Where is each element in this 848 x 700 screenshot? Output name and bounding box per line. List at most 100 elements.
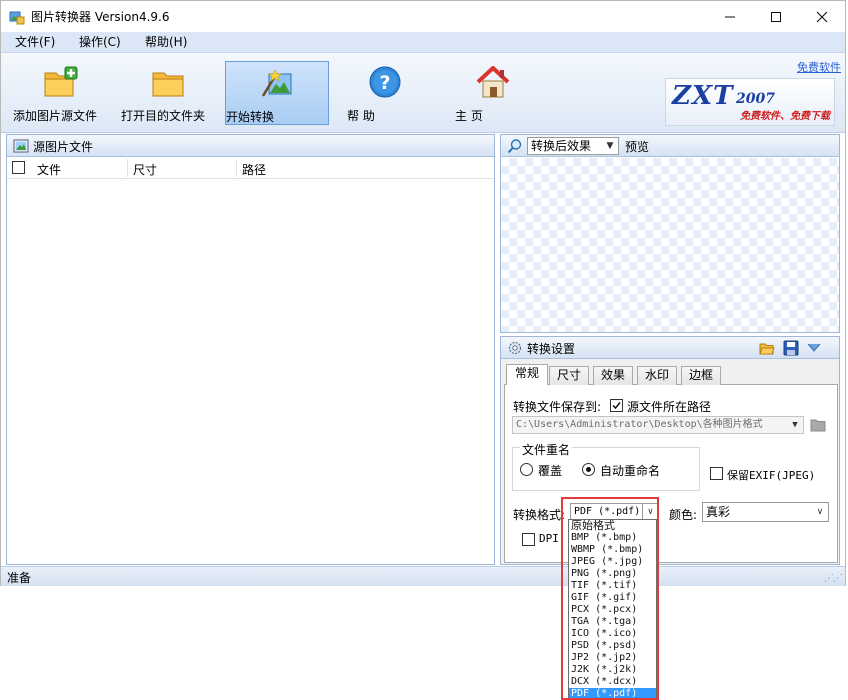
app-window: 图片转换器 Version4.9.6 文件(F) 操作(C) 帮助(H) 添加图… <box>0 0 846 586</box>
title-bar: 图片转换器 Version4.9.6 <box>1 1 845 32</box>
format-dropdown-list[interactable]: 原始格式 BMP (*.bmp) WBMP (*.bmp) JPEG (*.jp… <box>568 519 657 700</box>
settings-panel-header: 转换设置 <box>501 337 839 359</box>
start-convert-button[interactable]: 开始转换 <box>225 61 329 125</box>
status-bar: 准备 ⋰⋰ <box>1 566 845 586</box>
keep-exif-checkbox[interactable] <box>710 467 723 480</box>
magic-wand-icon <box>261 69 292 97</box>
rename-auto-label[interactable]: 自动重命名 <box>600 462 660 479</box>
open-folder-icon[interactable] <box>759 340 775 356</box>
tab-general[interactable]: 常规 <box>506 364 548 386</box>
color-select-value: 真彩 <box>706 505 731 519</box>
column-size[interactable]: 尺寸 <box>133 161 157 178</box>
settings-tabs: 常规 尺寸 效果 水印 边框 <box>504 364 838 386</box>
save-icon[interactable] <box>783 340 799 356</box>
dpi-checkbox[interactable] <box>522 533 535 546</box>
rename-overwrite-label[interactable]: 覆盖 <box>538 462 562 479</box>
format-option[interactable]: GIF (*.gif) <box>569 592 656 604</box>
chevron-down-icon: ∨ <box>642 504 658 520</box>
format-option[interactable]: J2K (*.j2k) <box>569 664 656 676</box>
preview-panel: 转换后效果 ▼ 预览 <box>500 134 840 333</box>
format-option[interactable]: BMP (*.bmp) <box>569 532 656 544</box>
add-source-button[interactable]: 添加图片源文件 <box>13 61 109 125</box>
format-option[interactable]: TGA (*.tga) <box>569 616 656 628</box>
keep-exif-label[interactable]: 保留EXIF(JPEG) <box>727 467 815 483</box>
format-option[interactable]: JPEG (*.jpg) <box>569 556 656 568</box>
format-option[interactable]: WBMP (*.bmp) <box>569 544 656 556</box>
column-path[interactable]: 路径 <box>242 161 266 178</box>
magnifier-icon <box>507 139 522 154</box>
color-select[interactable]: 真彩 ∨ <box>702 502 829 522</box>
format-option[interactable]: ICO (*.ico) <box>569 628 656 640</box>
add-folder-icon <box>44 66 78 97</box>
gear-icon <box>508 341 522 355</box>
format-option-selected[interactable]: PDF (*.pdf) <box>569 688 656 700</box>
save-to-label: 转换文件保存到: <box>513 400 602 414</box>
minimize-button[interactable] <box>707 1 753 32</box>
zxt-logo: ZXT 2007 免费软件、免费下载 <box>665 78 835 126</box>
source-files-panel: 源图片文件 文件 尺寸 路径 <box>6 134 495 565</box>
chevron-down-icon: ▼ <box>792 420 798 430</box>
resize-grip-icon[interactable]: ⋰⋰ <box>824 573 843 584</box>
menu-operation[interactable]: 操作(C) <box>75 34 125 51</box>
minimize-icon <box>725 16 735 18</box>
preview-mode-select[interactable]: 转换后效果 ▼ <box>527 137 619 155</box>
logo-year-text: 2007 <box>736 91 775 107</box>
tab-effect[interactable]: 效果 <box>593 366 633 385</box>
source-panel-title: 源图片文件 <box>33 140 94 154</box>
tab-size[interactable]: 尺寸 <box>549 366 589 385</box>
image-icon <box>13 139 29 153</box>
format-option[interactable]: PCX (*.pcx) <box>569 604 656 616</box>
preview-canvas <box>501 158 839 332</box>
source-panel-header: 源图片文件 <box>7 135 494 157</box>
tab-watermark[interactable]: 水印 <box>637 366 677 385</box>
source-path-label[interactable]: 源文件所在路径 <box>627 398 711 415</box>
format-option[interactable]: JP2 (*.jp2) <box>569 652 656 664</box>
help-icon: ? <box>369 66 401 98</box>
close-button[interactable] <box>799 1 845 32</box>
menu-bar: 文件(F) 操作(C) 帮助(H) <box>1 32 845 53</box>
column-divider[interactable] <box>127 159 128 177</box>
column-divider[interactable] <box>236 159 237 177</box>
output-path-field[interactable]: C:\Users\Administrator\Desktop\各种图片格式 ▼ <box>512 416 804 434</box>
tab-border[interactable]: 边框 <box>681 366 721 385</box>
maximize-icon <box>771 12 781 22</box>
format-option[interactable]: 原始格式 <box>569 520 656 532</box>
window-title: 图片转换器 Version4.9.6 <box>31 10 170 24</box>
dpi-label[interactable]: DPI: <box>539 532 566 545</box>
format-select-value: PDF (*.pdf) <box>574 506 641 517</box>
format-option[interactable]: TIF (*.tif) <box>569 580 656 592</box>
preview-panel-header: 转换后效果 ▼ 预览 <box>501 135 839 157</box>
rename-auto-radio[interactable] <box>582 463 595 476</box>
format-option[interactable]: PNG (*.png) <box>569 568 656 580</box>
rename-overwrite-radio[interactable] <box>520 463 533 476</box>
menu-file[interactable]: 文件(F) <box>11 34 59 51</box>
maximize-button[interactable] <box>753 1 799 32</box>
file-list-body[interactable] <box>7 180 494 564</box>
format-option[interactable]: PSD (*.psd) <box>569 640 656 652</box>
start-convert-label: 开始转换 <box>226 110 275 124</box>
logo-tagline: 免费软件、免费下载 <box>740 111 830 122</box>
home-icon <box>476 66 510 98</box>
settings-panel: 转换设置 常规 尺寸 效果 水印 边框 转换文件保存到: 源文件所在路径 C:\… <box>500 336 840 565</box>
checkmark-icon <box>612 402 621 410</box>
rename-group-label: 文件重名 <box>520 441 573 458</box>
collapse-icon[interactable] <box>807 342 821 354</box>
preview-mode-value: 转换后效果 <box>531 139 592 153</box>
home-button[interactable]: 主 页 <box>455 61 531 125</box>
add-source-label: 添加图片源文件 <box>13 109 98 123</box>
menu-help[interactable]: 帮助(H) <box>141 34 191 51</box>
output-path-value: C:\Users\Administrator\Desktop\各种图片格式 <box>516 419 763 430</box>
help-button[interactable]: ? 帮 助 <box>347 61 423 125</box>
open-target-button[interactable]: 打开目的文件夹 <box>121 61 217 125</box>
source-path-checkbox[interactable] <box>610 399 623 412</box>
free-software-link[interactable]: 免费软件 <box>797 59 841 75</box>
file-list-header: 文件 尺寸 路径 <box>7 157 494 179</box>
select-all-checkbox[interactable] <box>12 161 25 174</box>
format-option[interactable]: DCX (*.dcx) <box>569 676 656 688</box>
status-text: 准备 <box>7 571 32 585</box>
close-icon <box>816 11 828 23</box>
format-label: 转换格式: <box>513 508 566 522</box>
browse-folder-icon[interactable] <box>810 418 826 432</box>
column-file[interactable]: 文件 <box>37 161 61 178</box>
toolbar: 添加图片源文件 打开目的文件夹 开始转换 ? 帮 助 主 页 免费软件 ZXT … <box>1 53 845 133</box>
